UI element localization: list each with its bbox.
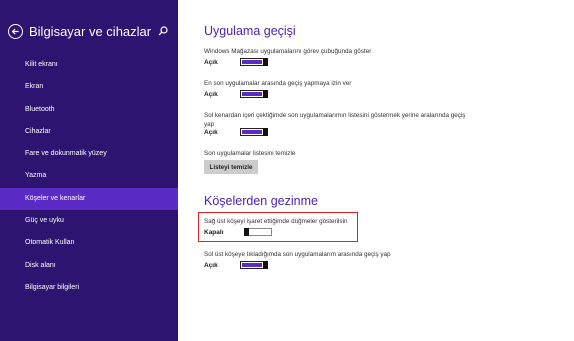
toggle-state-label: Açık [204,91,218,98]
sidebar-items: Kilit ekranı Ekran Bluetooth Cihazlar Fa… [0,54,178,299]
toggle-state-label: Açık [204,59,218,66]
toggle-charms[interactable] [244,227,272,236]
setting-text-top-left-corner: Sol üst köşeye tıkladığımda son uygulama… [204,251,391,258]
sidebar-item-yazma[interactable]: Yazma [0,165,178,187]
sidebar-item-guc[interactable]: Güç ve uyku [0,210,178,232]
section-title-app-switching: Uygulama geçişi [204,24,296,38]
sidebar-item-otomatik[interactable]: Otomatik Kullan [0,232,178,254]
toggle-top-left-corner[interactable] [240,260,268,269]
section-title-corner-navigation: Köşelerden gezinme [204,194,318,208]
sidebar-item-kilit-ekrani[interactable]: Kilit ekranı [0,54,178,76]
toggle-state-label: Açık [204,262,218,269]
setting-text-charms: Sağ üst köşeyi işaret ettiğimde düğmeler… [204,218,348,225]
clear-list-label: Son uygulamalar listesini temizle [204,150,296,157]
sidebar-item-bilgisayar-bilgileri[interactable]: Bilgisayar bilgileri [0,277,178,299]
setting-state-store-apps: Açık [204,57,304,68]
setting-text-recent-apps: En son uygulamalar arasında geçiş yapmay… [204,80,352,87]
search-icon[interactable] [158,26,168,36]
sidebar-item-disk[interactable]: Disk alanı [0,255,178,277]
back-arrow-icon [11,28,19,35]
back-button[interactable] [8,24,23,39]
toggle-left-edge[interactable] [240,127,268,136]
sidebar-item-ekran[interactable]: Ekran [0,76,178,98]
sidebar: Bilgisayar ve cihazlar Kilit ekranı Ekra… [0,0,178,341]
sidebar-item-bluetooth[interactable]: Bluetooth [0,99,178,121]
toggle-recent-apps[interactable] [240,89,268,98]
main-content: Uygulama geçişi Windows Mağazası uygulam… [178,0,574,341]
toggle-state-label: Kapalı [204,229,224,236]
sidebar-item-fare[interactable]: Fare ve dokunmatik yüzey [0,143,178,165]
sidebar-title: Bilgisayar ve cihazlar [29,24,152,39]
setting-state-charms: Kapalı [204,227,304,238]
setting-state-left-edge: Açık [204,127,304,138]
sidebar-item-koseler[interactable]: Köşeler ve kenarlar [0,187,178,211]
toggle-state-label: Açık [204,129,218,136]
sidebar-header: Bilgisayar ve cihazlar [8,24,172,42]
clear-list-button[interactable]: Listeyi temizle [204,160,258,174]
setting-text-store-apps: Windows Mağazası uygulamalarını görev çu… [204,48,372,55]
setting-state-top-left-corner: Açık [204,260,304,271]
toggle-store-apps[interactable] [240,57,268,66]
setting-state-recent-apps: Açık [204,89,304,100]
setting-text-left-edge: Sol kenardan içeri çektiğimde son uygula… [204,112,466,128]
sidebar-item-cihazlar[interactable]: Cihazlar [0,121,178,143]
